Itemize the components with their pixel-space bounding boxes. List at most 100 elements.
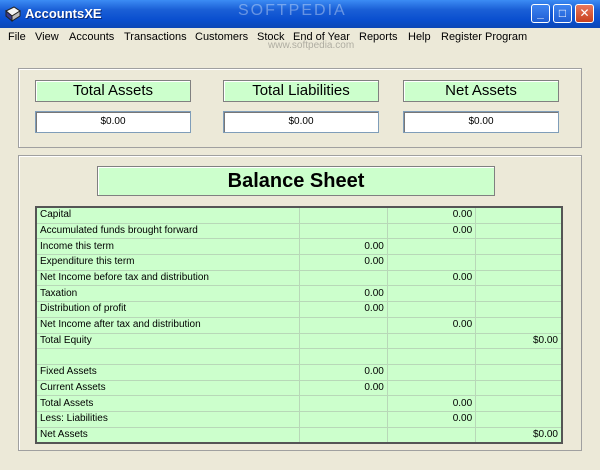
row-value-col2[interactable]: 0.00 [386,206,477,224]
row-value-col2[interactable] [386,332,477,350]
row-value-col3[interactable] [475,301,563,318]
row-label[interactable]: Accumulated funds brought forward [35,222,300,240]
table-row[interactable]: Current Assets 0.00 [35,379,563,397]
row-label[interactable]: Net Income after tax and distribution [35,316,300,334]
menu-accounts[interactable]: Accounts [69,31,114,43]
close-button[interactable]: ✕ [575,4,594,23]
row-value-col1[interactable] [298,316,388,334]
total-liabilities-label: Total Liabilities [223,80,379,102]
row-value-col1[interactable]: 0.00 [298,379,388,397]
row-value-col1[interactable] [298,395,388,412]
row-value-col1[interactable] [298,269,388,287]
row-value-col2[interactable] [386,379,477,397]
row-value-col3[interactable] [475,254,563,271]
row-label[interactable]: Total Equity [35,332,300,350]
row-value-col1[interactable]: 0.00 [298,238,388,256]
total-assets-label: Total Assets [35,80,191,102]
row-value-col1[interactable] [298,426,388,444]
row-value-col1[interactable] [298,222,388,240]
summary-panel: Total Assets $0.00 Total Liabilities $0.… [18,68,582,148]
row-value-col2[interactable] [386,363,477,381]
row-label[interactable]: Income this term [35,238,300,256]
table-row[interactable]: Net Income after tax and distribution 0.0… [35,316,563,334]
row-value-col3[interactable] [475,238,563,256]
row-value-col3[interactable] [475,285,563,303]
net-assets-label: Net Assets [403,80,559,102]
row-label[interactable]: Less: Liabilities [35,410,300,428]
row-value-col2[interactable] [386,426,477,444]
table-row[interactable]: Accumulated funds brought forward 0.00 [35,222,563,240]
row-value-col2[interactable] [386,254,477,271]
row-label[interactable]: Taxation [35,285,300,303]
row-value-col2[interactable] [386,285,477,303]
window-title: AccountsXE [25,6,102,21]
row-label[interactable]: Distribution of profit [35,301,300,318]
row-label[interactable]: Net Assets [35,426,300,444]
row-value-col3[interactable] [475,206,563,224]
row-value-col1[interactable] [298,410,388,428]
row-value-col3[interactable] [475,410,563,428]
row-value-col1[interactable] [298,332,388,350]
table-row[interactable]: Total Equity $0.00 [35,332,563,350]
menu-view[interactable]: View [35,31,59,43]
row-value-col1[interactable] [298,206,388,224]
row-value-col3[interactable]: $0.00 [475,426,563,444]
row-value-col2[interactable]: 0.00 [386,395,477,412]
table-row[interactable]: Net Income before tax and distribution 0.… [35,269,563,287]
row-value-col1[interactable] [298,348,388,365]
row-label[interactable]: Expenditure this term [35,254,300,271]
row-value-col2[interactable]: 0.00 [386,410,477,428]
row-value-col1[interactable]: 0.00 [298,285,388,303]
row-value-col1[interactable]: 0.00 [298,301,388,318]
maximize-button[interactable]: □ [553,4,572,23]
row-label[interactable]: Current Assets [35,379,300,397]
row-value-col3[interactable] [475,363,563,381]
table-row[interactable] [35,348,563,365]
row-value-col2[interactable] [386,238,477,256]
table-row[interactable]: Net Assets $0.00 [35,426,563,444]
table-row[interactable]: Capital 0.00 [35,206,563,224]
table-row[interactable]: Distribution of profit 0.00 [35,301,563,318]
app-book-icon [5,6,21,22]
table-row[interactable]: Fixed Assets 0.00 [35,363,563,381]
menu-reports[interactable]: Reports [359,31,398,43]
table-row[interactable]: Less: Liabilities 0.00 [35,410,563,428]
row-label[interactable] [35,348,300,365]
menu-file[interactable]: File [8,31,26,43]
minimize-icon: _ [537,6,544,20]
row-value-col3[interactable] [475,395,563,412]
balance-sheet-title: Balance Sheet [97,166,495,196]
row-label[interactable]: Total Assets [35,395,300,412]
menu-register-program[interactable]: Register Program [441,31,527,43]
total-liabilities-value: $0.00 [223,111,379,133]
menu-customers[interactable]: Customers [195,31,248,43]
close-icon: ✕ [579,6,590,20]
row-label[interactable]: Net Income before tax and distribution [35,269,300,287]
menu-help[interactable]: Help [408,31,431,43]
table-row[interactable]: Expenditure this term 0.00 [35,254,563,271]
row-value-col3[interactable] [475,379,563,397]
minimize-button[interactable]: _ [531,4,550,23]
row-value-col2[interactable]: 0.00 [386,269,477,287]
row-label[interactable]: Capital [35,206,300,224]
balance-sheet-grid[interactable]: Capital 0.00 Accumulated funds brought for… [35,206,563,445]
row-value-col3[interactable] [475,316,563,334]
row-value-col2[interactable]: 0.00 [386,222,477,240]
row-value-col3[interactable] [475,269,563,287]
table-row[interactable]: Total Assets 0.00 [35,395,563,412]
row-value-col2[interactable]: 0.00 [386,316,477,334]
menu-transactions[interactable]: Transactions [124,31,187,43]
row-value-col2[interactable] [386,348,477,365]
row-value-col3[interactable] [475,348,563,365]
row-value-col3[interactable] [475,222,563,240]
title-bar[interactable]: AccountsXE SOFTPEDIA _ □ ✕ [0,0,600,28]
table-row[interactable]: Income this term 0.00 [35,238,563,256]
row-value-col3[interactable]: $0.00 [475,332,563,350]
table-row[interactable]: Taxation 0.00 [35,285,563,303]
row-value-col1[interactable]: 0.00 [298,254,388,271]
balance-sheet-panel: Balance Sheet Capital 0.00 Accumulated fun… [18,155,582,451]
row-value-col1[interactable]: 0.00 [298,363,388,381]
row-value-col2[interactable] [386,301,477,318]
row-label[interactable]: Fixed Assets [35,363,300,381]
watermark: SOFTPEDIA [238,2,347,19]
